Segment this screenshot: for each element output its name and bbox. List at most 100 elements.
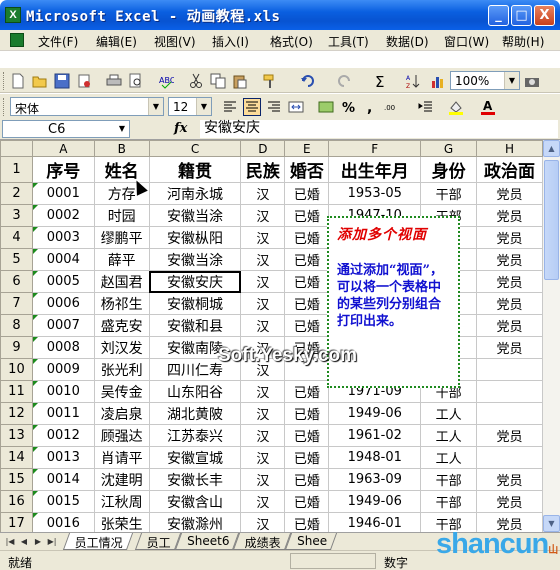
sheet-tab-sheet6[interactable]: Sheet6 (174, 533, 240, 550)
grid-cell[interactable]: 肖请平 (93, 446, 150, 469)
fill-color-icon[interactable] (448, 99, 464, 115)
merge-center-icon[interactable] (288, 99, 304, 115)
maximize-button[interactable]: □ (511, 5, 532, 26)
grid-cell[interactable]: 已婚 (284, 490, 330, 513)
row-header[interactable]: 9 (0, 336, 33, 359)
chart-wizard-icon[interactable] (430, 73, 446, 89)
grid-cell[interactable]: 汉 (240, 380, 286, 403)
row-header[interactable]: 11 (0, 380, 33, 403)
grid-cell[interactable]: 籍贯 (148, 156, 242, 183)
grid-cell[interactable] (476, 358, 543, 381)
grid-cell[interactable]: 安徽桐城 (148, 292, 242, 315)
new-icon[interactable] (10, 73, 26, 89)
row-header[interactable]: 4 (0, 226, 33, 249)
grid-cell[interactable]: 安徽安庆 (148, 270, 242, 293)
chevron-down-icon[interactable]: ▼ (148, 98, 163, 115)
print-icon[interactable] (106, 73, 122, 89)
chevron-down-icon[interactable]: ▼ (196, 98, 211, 115)
excel-app-icon[interactable]: X (5, 7, 21, 23)
column-header[interactable]: A (31, 140, 95, 157)
row-header[interactable]: 7 (0, 292, 33, 315)
sheet-tab-staff[interactable]: 员工 (134, 533, 182, 550)
column-header[interactable]: G (420, 140, 478, 157)
grid-cell[interactable]: 已婚 (284, 226, 330, 249)
font-color-icon[interactable]: A (480, 99, 496, 115)
menu-help[interactable]: 帮助(H) (502, 33, 544, 50)
copy-icon[interactable] (210, 73, 226, 89)
grid-cell[interactable]: 0013 (31, 446, 95, 469)
row-header[interactable]: 10 (0, 358, 33, 381)
grid-cell[interactable]: 已婚 (284, 182, 330, 205)
grid-cell[interactable]: 汉 (240, 314, 286, 337)
redo-icon[interactable] (336, 73, 352, 89)
grid-cell[interactable]: 已婚 (284, 424, 330, 447)
menu-tools[interactable]: 工具(T) (328, 33, 369, 50)
currency-icon[interactable] (318, 99, 334, 115)
grid-cell[interactable]: 1948-01 (328, 446, 422, 469)
row-header[interactable]: 17 (0, 512, 33, 532)
grid-cell[interactable]: 湖北黄陂 (148, 402, 242, 425)
grid-cell[interactable]: 1961-02 (328, 424, 422, 447)
grid-cell[interactable]: 0011 (31, 402, 95, 425)
grid-cell[interactable]: 党员 (476, 490, 543, 513)
menu-file[interactable]: 文件(F) (38, 33, 78, 50)
menu-view[interactable]: 视图(V) (154, 33, 196, 50)
grid-cell[interactable]: 薛平 (93, 248, 150, 271)
grid-cell[interactable]: 身份 (420, 156, 478, 183)
grid-cell[interactable]: 安徽含山 (148, 490, 242, 513)
next-sheet-icon[interactable]: ▶ (32, 536, 44, 548)
column-header[interactable]: C (148, 140, 242, 157)
grid-cell[interactable]: 汉 (240, 182, 286, 205)
grid-cell[interactable]: 沈建明 (93, 468, 150, 491)
last-sheet-icon[interactable]: ▶| (46, 536, 58, 548)
grid-cell[interactable]: 河南永城 (148, 182, 242, 205)
row-header[interactable]: 6 (0, 270, 33, 293)
align-left-icon[interactable] (222, 99, 238, 115)
column-header[interactable]: E (284, 140, 330, 157)
select-all-corner[interactable] (0, 140, 33, 157)
grid-cell[interactable]: 党员 (476, 182, 543, 205)
toolbar-grip[interactable] (3, 98, 6, 116)
row-header[interactable]: 8 (0, 314, 33, 337)
grid-cell[interactable]: 安徽滁州 (148, 512, 242, 532)
grid-cell[interactable]: 张荣生 (93, 512, 150, 532)
menu-window[interactable]: 窗口(W) (444, 33, 489, 50)
grid-cell[interactable]: 汉 (240, 490, 286, 513)
grid-cell[interactable]: 0004 (31, 248, 95, 271)
grid-cell[interactable]: 党员 (476, 468, 543, 491)
workbook-icon[interactable] (10, 33, 24, 47)
minimize-button[interactable]: _ (488, 5, 509, 26)
grid-cell[interactable]: 江秋周 (93, 490, 150, 513)
grid-cell[interactable]: 0003 (31, 226, 95, 249)
prev-sheet-icon[interactable]: ◀ (18, 536, 30, 548)
grid-cell[interactable]: 刘汉发 (93, 336, 150, 359)
worksheet-grid[interactable]: A B C D E F G H 1 序号 姓名 籍贯 民族 婚否 出生年月 身份 政治面 2 000… (0, 140, 543, 532)
grid-cell[interactable]: 安徽当涂 (148, 204, 242, 227)
grid-cell[interactable]: 0005 (31, 270, 95, 293)
grid-cell[interactable]: 政治面 (476, 156, 543, 183)
paste-icon[interactable] (232, 73, 248, 89)
row-header[interactable]: 1 (0, 156, 33, 183)
grid-cell[interactable]: 党员 (476, 292, 543, 315)
column-header[interactable]: F (328, 140, 422, 157)
grid-cell[interactable]: 时园 (93, 204, 150, 227)
grid-cell[interactable]: 已婚 (284, 292, 330, 315)
grid-cell[interactable]: 安徽长丰 (148, 468, 242, 491)
grid-cell[interactable]: 干部 (420, 182, 478, 205)
grid-cell[interactable]: 1963-09 (328, 468, 422, 491)
grid-cell[interactable]: 0001 (31, 182, 95, 205)
grid-cell[interactable]: 民族 (240, 156, 286, 183)
grid-cell[interactable]: 张光利 (93, 358, 150, 381)
increase-indent-icon[interactable] (418, 99, 434, 115)
font-name-combo[interactable]: 宋体 ▼ (10, 97, 164, 116)
menu-edit[interactable]: 编辑(E) (96, 33, 137, 50)
grid-cell[interactable]: 安徽和县 (148, 314, 242, 337)
toolbar-grip[interactable] (3, 72, 6, 90)
grid-cell[interactable]: 干部 (420, 490, 478, 513)
column-header[interactable]: D (240, 140, 286, 157)
close-button[interactable]: X (534, 5, 555, 26)
row-header[interactable]: 5 (0, 248, 33, 271)
chevron-down-icon[interactable]: ▼ (115, 121, 129, 137)
cut-icon[interactable] (188, 73, 204, 89)
increase-decimal-icon[interactable]: .00 (384, 99, 400, 115)
